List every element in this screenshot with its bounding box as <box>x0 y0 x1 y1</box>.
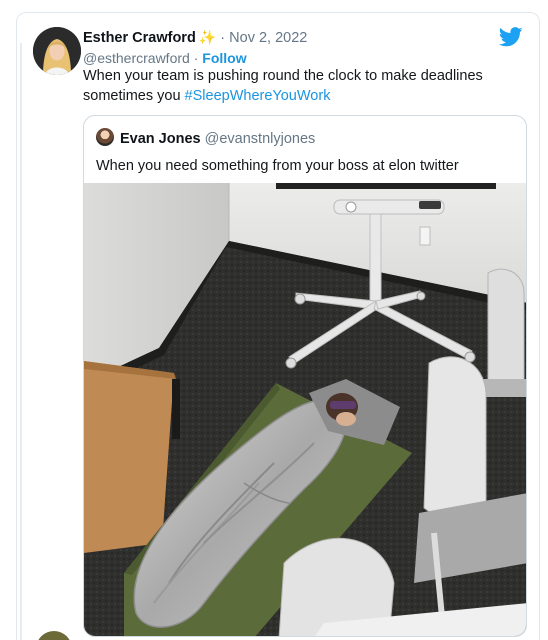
sparkles-icon: ✨ <box>198 29 217 45</box>
tweet-text: When your team is pushing round the cloc… <box>83 66 523 106</box>
photo-person-sleeping-on-office-floor <box>84 183 526 636</box>
quoted-author-name: Evan Jones <box>120 131 201 147</box>
author-avatar[interactable] <box>33 27 81 75</box>
follow-button[interactable]: Follow <box>202 50 246 66</box>
quoted-tweet-text: When you need something from your boss a… <box>96 158 459 174</box>
author-handle[interactable]: @esthercrawford <box>83 50 190 66</box>
tweet-card: Esther Crawford ✨ · Nov 2, 2022 @esthercr… <box>16 12 540 640</box>
avatar-photo <box>33 27 81 75</box>
tweet-date[interactable]: Nov 2, 2022 <box>229 30 307 46</box>
quoted-author-handle: @evanstnlyjones <box>204 131 316 147</box>
tweet-header: Esther Crawford ✨ · Nov 2, 2022 @esthercr… <box>83 28 499 67</box>
thread-line <box>20 43 22 640</box>
quoted-tweet-photo[interactable] <box>84 183 526 636</box>
author-name[interactable]: Esther Crawford <box>83 30 196 46</box>
twitter-bird-icon[interactable] <box>499 27 523 47</box>
date-separator: · <box>220 30 226 46</box>
quoted-author-avatar <box>96 128 114 146</box>
handle-separator: · <box>193 50 199 66</box>
quoted-tweet[interactable]: Evan Jones @evanstnlyjones When you need… <box>83 115 527 637</box>
hashtag-link[interactable]: #SleepWhereYouWork <box>185 88 331 104</box>
quoted-tweet-header: Evan Jones @evanstnlyjones <box>96 128 315 148</box>
